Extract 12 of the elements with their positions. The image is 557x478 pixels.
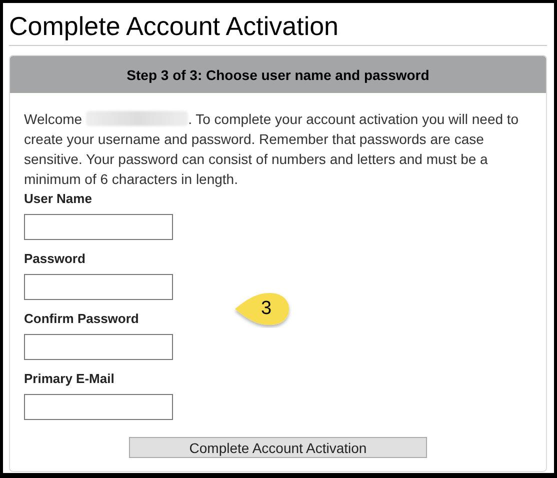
- field-label: Primary E-Mail: [24, 370, 114, 388]
- input-field[interactable]: [24, 214, 173, 240]
- step-header: Step 3 of 3: Choose user name and password: [10, 56, 546, 93]
- input-field[interactable]: [24, 274, 173, 300]
- page-title: Complete Account Activation: [9, 10, 339, 43]
- field-label: Confirm Password: [24, 310, 139, 328]
- field-label: Password: [24, 250, 86, 268]
- intro-text: Welcome . To complete your account activation you will need to create your username and password. Remember that passwords are case sensitive. Your password can consist of numbers and letters and must be a minimum of 6 characters in length.: [24, 110, 520, 189]
- input-field[interactable]: [24, 334, 173, 360]
- field-label: User Name: [24, 190, 92, 208]
- input-field[interactable]: [24, 394, 173, 420]
- complete-activation-button[interactable]: Complete Account Activation: [129, 437, 427, 458]
